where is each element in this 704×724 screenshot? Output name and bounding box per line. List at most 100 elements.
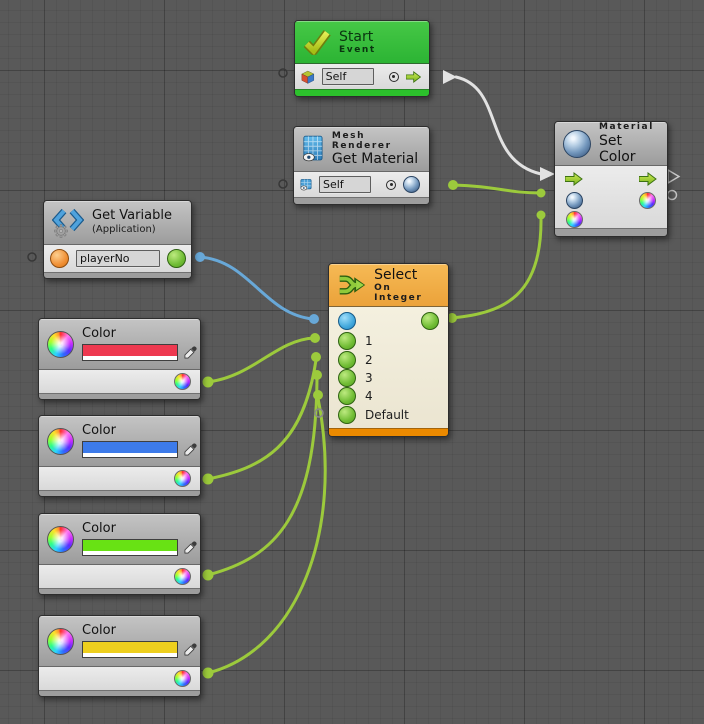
wire-dot — [537, 211, 546, 220]
wire-dot — [312, 370, 322, 380]
node-body — [39, 370, 200, 393]
color-output-port[interactable] — [174, 568, 191, 585]
node-title: Set Color — [599, 133, 659, 165]
branch-default-port[interactable] — [338, 406, 356, 424]
wire-dot — [203, 570, 214, 581]
wire-getvariable-to-select[interactable] — [200, 257, 313, 319]
eyedropper-icon[interactable] — [184, 346, 197, 359]
material-output-port[interactable] — [403, 176, 420, 193]
node-footer — [295, 89, 429, 96]
node-footer — [39, 588, 200, 594]
flow-output-arrow-icon[interactable] — [639, 172, 657, 186]
color-swatch[interactable] — [82, 539, 178, 556]
node-header: Color — [39, 319, 200, 370]
wire-dot — [309, 314, 319, 324]
unconnected-input-marker[interactable] — [279, 180, 287, 188]
node-color-literal-1[interactable]: Color — [38, 318, 201, 400]
color-wheel-icon — [47, 628, 74, 655]
color-swatch[interactable] — [82, 441, 178, 458]
node-body — [39, 565, 200, 588]
node-footer — [39, 393, 200, 399]
wire-color1-to-select1[interactable] — [208, 338, 314, 382]
color-output-port[interactable] — [174, 373, 191, 390]
node-footer — [39, 490, 200, 496]
selector-input-port[interactable] — [338, 312, 356, 330]
node-get-material[interactable]: Mesh Renderer Get Material — [293, 126, 430, 205]
node-set-color[interactable]: Material Set Color — [554, 121, 668, 237]
unconnected-flow-output-marker[interactable] — [668, 170, 679, 183]
node-body — [555, 166, 667, 228]
wire-dot — [203, 377, 214, 388]
wire-getmaterial-to-setcolor[interactable] — [453, 185, 540, 193]
wire-dot — [311, 352, 321, 362]
branch-3-port[interactable] — [338, 369, 356, 387]
variable-value-output-port[interactable] — [167, 249, 186, 268]
node-component: Material — [599, 122, 659, 132]
wire-select-to-setcolor[interactable] — [452, 218, 541, 318]
eyedropper-icon[interactable] — [184, 443, 197, 456]
node-footer — [294, 197, 429, 204]
node-subtitle: Event — [339, 45, 376, 55]
color-swatch[interactable] — [82, 344, 178, 361]
wire-dot — [195, 252, 205, 262]
color-wheel-icon — [47, 331, 74, 358]
start-target-input[interactable] — [322, 68, 374, 85]
color-output-port[interactable] — [174, 470, 191, 487]
check-icon — [303, 29, 331, 55]
color-wheel-icon — [47, 428, 74, 455]
color-output-port[interactable] — [174, 670, 191, 687]
node-footer — [329, 428, 448, 436]
unconnected-output-marker[interactable] — [668, 191, 677, 200]
node-start-event[interactable]: Start Event — [294, 20, 430, 97]
color-input-port[interactable] — [566, 211, 583, 228]
target-renderer-icon[interactable] — [386, 180, 396, 190]
color-output-port[interactable] — [639, 192, 656, 209]
branch-4-port[interactable] — [338, 387, 356, 405]
selection-output-port[interactable] — [421, 312, 439, 330]
wire-dot — [203, 668, 214, 679]
node-title: Get Material — [332, 151, 421, 167]
node-component: Mesh Renderer — [332, 131, 421, 152]
visual-scripting-graph[interactable]: Start Event — [0, 0, 704, 724]
material-input-port[interactable] — [566, 192, 583, 209]
node-body — [44, 245, 191, 272]
node-body — [39, 467, 200, 490]
flow-input-arrow-icon[interactable] — [565, 172, 583, 186]
node-select-on-integer[interactable]: Select On Integer 1 2 3 4 — [328, 263, 449, 437]
node-body — [294, 172, 429, 197]
node-footer — [555, 228, 667, 236]
node-header: Color — [39, 416, 200, 467]
node-title: Get Variable — [92, 209, 172, 224]
target-gameobject-icon[interactable] — [389, 72, 399, 82]
branch-1-port[interactable] — [338, 332, 356, 350]
node-body: 1 2 3 4 Default — [329, 307, 448, 428]
node-title: Color — [82, 424, 197, 439]
unconnected-input-marker[interactable] — [28, 253, 36, 261]
wire-dot — [203, 474, 214, 485]
variable-name-input[interactable] — [76, 250, 160, 267]
eyedropper-icon[interactable] — [184, 541, 197, 554]
branch-2-port[interactable] — [338, 351, 356, 369]
wire-start-to-setcolor[interactable] — [456, 77, 541, 174]
wire-dot — [537, 189, 546, 198]
unconnected-input-marker[interactable] — [279, 69, 287, 77]
node-color-literal-2[interactable]: Color — [38, 415, 201, 497]
mesh-renderer-icon — [302, 134, 324, 164]
branch-label: 4 — [365, 389, 373, 403]
flow-output-arrow-icon[interactable] — [406, 70, 421, 84]
node-footer — [39, 690, 200, 696]
variable-name-port[interactable] — [50, 249, 69, 268]
node-color-literal-4[interactable]: Color — [38, 615, 201, 697]
branch-label: 1 — [365, 334, 373, 348]
node-body — [295, 64, 429, 89]
getmaterial-target-input[interactable] — [319, 176, 371, 193]
eyedropper-icon[interactable] — [184, 643, 197, 656]
node-color-literal-3[interactable]: Color — [38, 513, 201, 595]
node-header: Mesh Renderer Get Material — [294, 127, 429, 172]
wire-color4-to-select4[interactable] — [208, 398, 325, 673]
node-title: Select — [374, 267, 440, 283]
node-header: Color — [39, 514, 200, 565]
color-swatch[interactable] — [82, 641, 178, 658]
branch-label: 2 — [365, 353, 373, 367]
node-get-variable[interactable]: Get Variable (Application) — [43, 200, 192, 279]
